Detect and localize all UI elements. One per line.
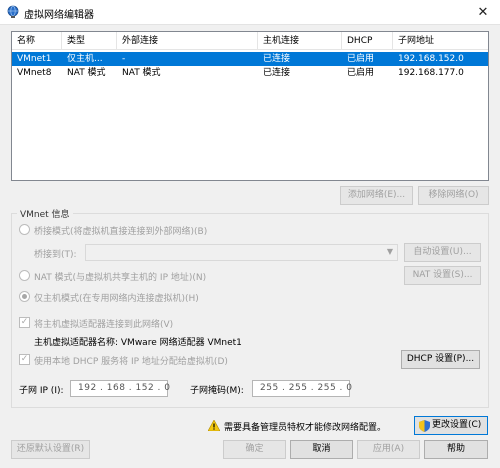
row-host: 已连接: [263, 54, 291, 64]
bridged-to-dropdown[interactable]: ▼: [85, 244, 398, 261]
subnet-ip-label: 子网 IP (I):: [19, 386, 64, 396]
connect-adapter-checkbox[interactable]: ✓: [19, 317, 30, 328]
hostonly-mode-label: 仅主机模式(在专用网络内连接虚拟机)(H): [34, 294, 199, 304]
row-type: NAT 模式: [67, 68, 106, 78]
connect-adapter-label: 将主机虚拟适配器连接到此网络(V): [34, 320, 174, 330]
subnet-mask-label: 子网掩码(M):: [190, 386, 244, 396]
nat-mode-radio[interactable]: [19, 270, 30, 281]
column-subnet[interactable]: 子网地址: [393, 32, 488, 50]
network-list[interactable]: 名称 类型 外部连接 主机连接 DHCP 子网地址 VMnet1 仅主机... …: [11, 31, 489, 181]
column-name[interactable]: 名称: [12, 32, 62, 50]
dhcp-checkbox[interactable]: ✓: [19, 354, 30, 365]
bridged-mode-label: 桥接模式(将虚拟机直接连接到外部网络)(B): [34, 227, 208, 237]
chevron-down-icon: ▼: [386, 247, 393, 256]
close-button[interactable]: ✕: [466, 0, 500, 25]
shield-icon: [419, 420, 430, 432]
row-type: 仅主机...: [67, 54, 103, 64]
nat-mode-label: NAT 模式(与虚拟机共享主机的 IP 地址)(N): [34, 273, 207, 283]
add-network-button[interactable]: 添加网络(E)...: [340, 186, 413, 205]
table-row[interactable]: VMnet8 NAT 模式 NAT 模式 已连接 已启用 192.168.177…: [12, 66, 488, 80]
network-app-icon: [7, 5, 19, 18]
hostonly-mode-radio[interactable]: [19, 291, 30, 302]
apply-button[interactable]: 应用(A): [357, 440, 420, 459]
window-title: 虚拟网络编辑器: [24, 10, 94, 21]
row-dhcp: 已启用: [347, 68, 375, 78]
column-type[interactable]: 类型: [62, 32, 117, 50]
dhcp-label: 使用本地 DHCP 服务将 IP 地址分配给虚拟机(D): [34, 357, 228, 367]
list-header: 名称 类型 外部连接 主机连接 DHCP 子网地址: [12, 32, 488, 50]
subnet-mask-field[interactable]: 255 . 255 . 255 . 0: [252, 380, 352, 397]
column-host[interactable]: 主机连接: [258, 32, 342, 50]
remove-network-button[interactable]: 移除网络(O): [418, 186, 489, 205]
dhcp-settings-button[interactable]: DHCP 设置(P)...: [401, 350, 480, 369]
close-icon: ✕: [477, 5, 489, 20]
adapter-name-label: 主机虚拟适配器名称: VMware 网络适配器 VMnet1: [34, 338, 242, 348]
subnet-ip-field[interactable]: 192 . 168 . 152 . 0: [70, 380, 170, 397]
row-subnet: 192.168.177.0: [398, 68, 464, 78]
vmnet-info-legend: VMnet 信息: [17, 207, 73, 220]
change-settings-button[interactable]: 更改设置(C): [414, 416, 488, 435]
row-name: VMnet1: [17, 54, 52, 64]
table-row[interactable]: VMnet1 仅主机... - 已连接 已启用 192.168.152.0: [12, 52, 488, 66]
ok-button[interactable]: 确定: [223, 440, 286, 459]
row-name: VMnet8: [17, 68, 52, 78]
nat-settings-button[interactable]: NAT 设置(S)...: [404, 266, 481, 285]
column-external[interactable]: 外部连接: [117, 32, 258, 50]
column-dhcp[interactable]: DHCP: [342, 32, 393, 50]
bridged-mode-radio[interactable]: [19, 224, 30, 235]
bridged-to-label: 桥接到(T):: [34, 250, 77, 260]
row-host: 已连接: [263, 68, 291, 78]
row-external: -: [122, 54, 126, 64]
help-button[interactable]: 帮助: [424, 440, 488, 459]
row-external: NAT 模式: [122, 68, 161, 78]
row-dhcp: 已启用: [347, 54, 375, 64]
row-subnet: 192.168.152.0: [398, 54, 464, 64]
restore-defaults-button[interactable]: 还原默认设置(R): [11, 440, 90, 459]
admin-notice: 需要具备管理员特权才能修改网络配置。: [224, 423, 387, 433]
title-bar: 虚拟网络编辑器 ✕: [0, 0, 500, 25]
auto-settings-button[interactable]: 自动设置(U)...: [404, 243, 481, 262]
change-settings-label: 更改设置(C): [432, 420, 482, 430]
cancel-button[interactable]: 取消: [290, 440, 353, 459]
warning-icon: [208, 420, 220, 431]
